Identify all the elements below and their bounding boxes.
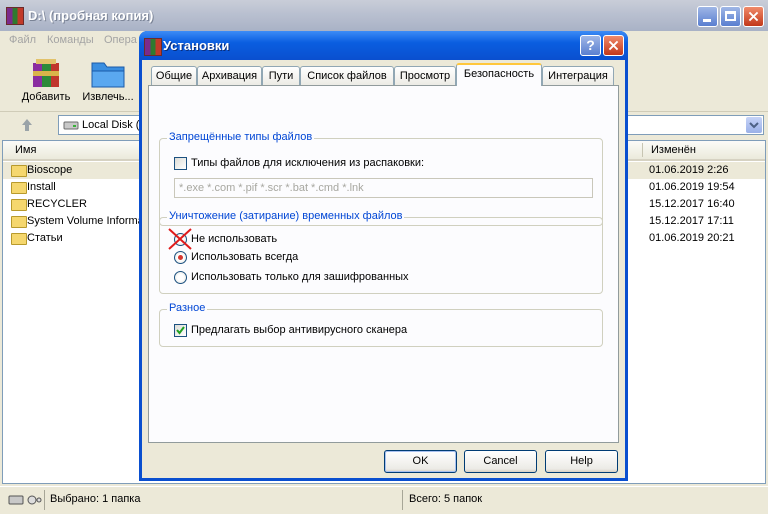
- add-archive-icon: [33, 59, 59, 87]
- file-name: Статьи: [27, 232, 63, 244]
- file-modified: 15.12.2017 16:40: [649, 198, 735, 210]
- folder-icon: [11, 233, 27, 245]
- maximize-button[interactable]: [720, 6, 741, 27]
- status-bar: Выбрано: 1 папка Всего: 5 папок: [0, 486, 768, 514]
- menu-file[interactable]: Файл: [9, 34, 36, 46]
- dialog-close-button[interactable]: [603, 35, 624, 56]
- dialog-app-icon: [144, 38, 162, 56]
- checkmark-icon: [176, 326, 185, 335]
- tab-security[interactable]: Безопасность: [456, 63, 542, 86]
- ok-button[interactable]: OK: [384, 450, 457, 473]
- radio-always-label[interactable]: Использовать всегда: [191, 251, 298, 263]
- column-modified-header[interactable]: Изменён: [651, 144, 696, 156]
- status-selected: Выбрано: 1 папка: [50, 493, 141, 505]
- file-modified: 01.06.2019 19:54: [649, 181, 735, 193]
- exclude-types-checkbox-label[interactable]: Типы файлов для исключения из распаковки…: [191, 157, 424, 169]
- dialog-titlebar[interactable]: Установки ?: [139, 31, 628, 60]
- radio-encrypted-only[interactable]: [174, 271, 187, 284]
- radio-selected-dot: [178, 255, 183, 260]
- file-name: Install: [27, 181, 56, 193]
- exclude-types-checkbox[interactable]: [174, 157, 187, 170]
- settings-dialog: Установки ? Общие Архивация Пути Список …: [139, 31, 628, 481]
- wipe-temp-files-group: Уничтожение (затирание) временных файлов…: [159, 210, 603, 294]
- disk-drive-icon: [63, 121, 79, 130]
- misc-group-label: Разное: [167, 302, 208, 314]
- extract-button-label: Извлечь...: [82, 91, 134, 103]
- folder-icon: [11, 182, 27, 194]
- file-modified: 01.06.2019 2:26: [649, 164, 729, 176]
- winrar-app-icon: [6, 7, 24, 25]
- misc-group: Разное Предлагать выбор антивирусного ск…: [159, 302, 603, 347]
- menu-commands[interactable]: Команды: [47, 34, 94, 46]
- tab-general[interactable]: Общие: [151, 66, 197, 85]
- cancel-button[interactable]: Cancel: [464, 450, 537, 473]
- status-divider: [44, 490, 45, 510]
- tab-viewer[interactable]: Просмотр: [394, 66, 456, 85]
- help-button[interactable]: Help: [545, 450, 618, 473]
- antivirus-checkbox[interactable]: [174, 324, 187, 337]
- antivirus-checkbox-label[interactable]: Предлагать выбор антивирусного сканера: [191, 324, 407, 336]
- dialog-body: Общие Архивация Пути Список файлов Просм…: [142, 60, 625, 478]
- column-name-header[interactable]: Имя: [15, 144, 36, 156]
- status-divider: [402, 490, 403, 510]
- red-cross-mark-icon: [168, 228, 192, 250]
- menu-operations[interactable]: Опера: [104, 34, 137, 46]
- tab-integration[interactable]: Интеграция: [542, 66, 614, 85]
- main-close-button[interactable]: [743, 6, 764, 27]
- dialog-help-button[interactable]: ?: [580, 35, 601, 56]
- status-total: Всего: 5 папок: [409, 493, 483, 505]
- minimize-button[interactable]: [697, 6, 718, 27]
- forbidden-file-types-label: Запрещённые типы файлов: [167, 131, 315, 143]
- close-icon: [748, 11, 759, 22]
- file-modified: 01.06.2019 20:21: [649, 232, 735, 244]
- security-tab-panel: Запрещённые типы файлов Типы файлов для …: [148, 85, 619, 443]
- add-button-label: Добавить: [21, 91, 71, 103]
- tab-paths[interactable]: Пути: [262, 66, 300, 85]
- folder-icon: [11, 199, 27, 211]
- chevron-down-icon: [749, 122, 759, 129]
- folder-icon: [11, 216, 27, 228]
- extract-folder-icon: [91, 62, 125, 88]
- address-value: Local Disk (D: [82, 119, 148, 131]
- close-icon: [608, 40, 619, 51]
- radio-encrypted-only-label[interactable]: Использовать только для зашифрованных: [191, 271, 409, 283]
- column-divider[interactable]: [642, 143, 643, 157]
- maximize-icon: [725, 11, 736, 21]
- dialog-title: Установки: [163, 38, 230, 53]
- main-titlebar: D:\ (пробная копия): [0, 0, 768, 31]
- radio-never-label[interactable]: Не использовать: [191, 233, 277, 245]
- file-name: RECYCLER: [27, 198, 87, 210]
- add-button[interactable]: Добавить: [16, 53, 76, 109]
- tab-archiving[interactable]: Архивация: [197, 66, 262, 85]
- extract-button[interactable]: Извлечь...: [78, 53, 138, 109]
- drive-status-icon: [8, 495, 42, 505]
- file-modified: 15.12.2017 17:11: [649, 215, 734, 227]
- wipe-temp-files-label: Уничтожение (затирание) временных файлов: [167, 210, 405, 222]
- folder-icon: [11, 165, 27, 177]
- minimize-icon: [703, 19, 711, 22]
- up-arrow-icon[interactable]: [19, 117, 35, 133]
- tab-file-list[interactable]: Список файлов: [300, 66, 394, 85]
- file-name: System Volume Informa: [27, 215, 144, 227]
- excluded-types-field[interactable]: *.exe *.com *.pif *.scr *.bat *.cmd *.ln…: [174, 178, 593, 198]
- address-dropdown-button[interactable]: [746, 117, 762, 133]
- radio-always[interactable]: [174, 251, 187, 264]
- file-name: Bioscope: [27, 164, 73, 176]
- main-window-title: D:\ (пробная копия): [28, 8, 154, 23]
- question-mark-icon: ?: [586, 37, 595, 53]
